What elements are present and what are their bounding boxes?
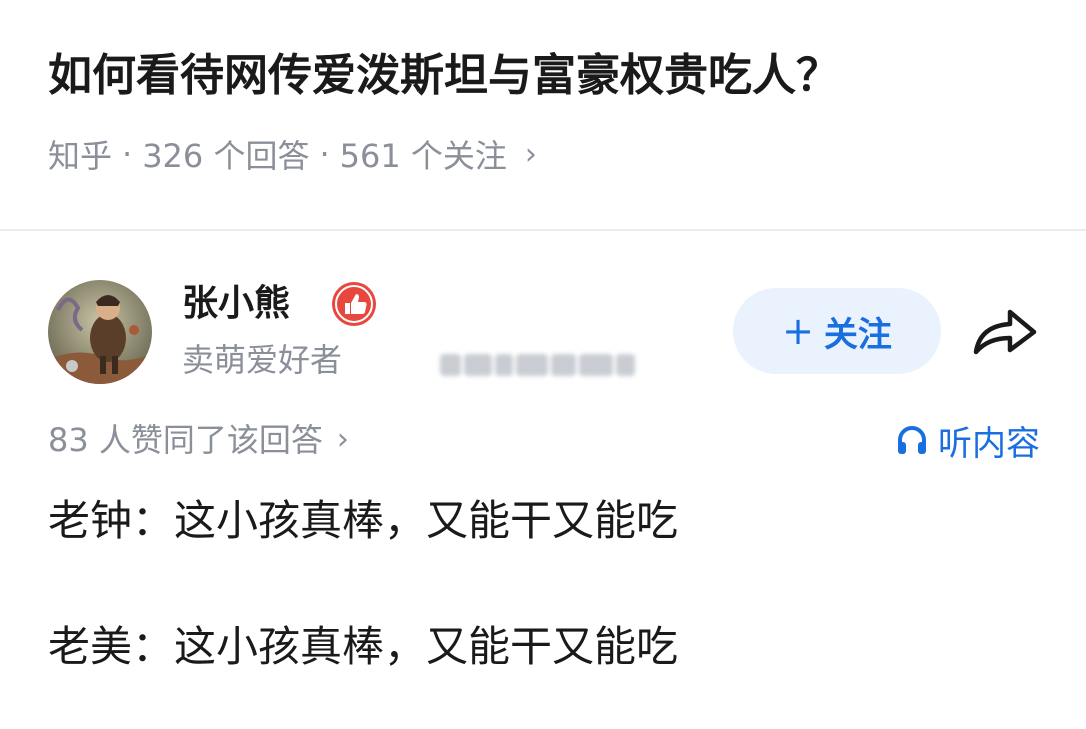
share-arrow-icon[interactable]: [970, 300, 1040, 362]
author-name[interactable]: 张小熊: [182, 278, 290, 330]
plus-icon: +: [782, 309, 814, 353]
followers-count: 561 个关注: [339, 137, 507, 175]
listen-label: 听内容: [938, 423, 1040, 464]
chevron-right-icon: ›: [524, 136, 537, 172]
section-divider: [0, 229, 1086, 231]
upvote-text: 83 人赞同了该回答: [48, 421, 323, 459]
meta-separator: ·: [122, 135, 133, 173]
avatar[interactable]: [48, 280, 152, 384]
source-label: 知乎: [48, 137, 113, 175]
headphones-icon: [898, 426, 926, 454]
blurred-watermark: [440, 350, 635, 380]
meta-separator: ·: [319, 135, 330, 173]
answer-paragraph: 老美：这小孩真棒，又能干又能吃: [48, 622, 679, 671]
thumbs-up-badge-icon: [330, 280, 378, 328]
answer-paragraph: 老钟：这小孩真棒，又能干又能吃: [48, 496, 679, 545]
follow-button[interactable]: + 关注: [733, 288, 941, 374]
listen-button[interactable]: 听内容: [894, 416, 1040, 464]
follow-label: 关注: [823, 314, 892, 355]
question-title[interactable]: 如何看待网传爱泼斯坦与富豪权贵吃人？: [48, 44, 1048, 108]
answers-count: 326 个回答: [142, 137, 310, 175]
question-meta[interactable]: 知乎 · 326 个回答 · 561 个关注 ›: [48, 130, 537, 178]
upvote-summary[interactable]: 83 人赞同了该回答 ›: [48, 416, 349, 464]
chevron-right-icon: ›: [336, 422, 349, 457]
author-bio: 卖萌爱好者: [182, 341, 343, 379]
